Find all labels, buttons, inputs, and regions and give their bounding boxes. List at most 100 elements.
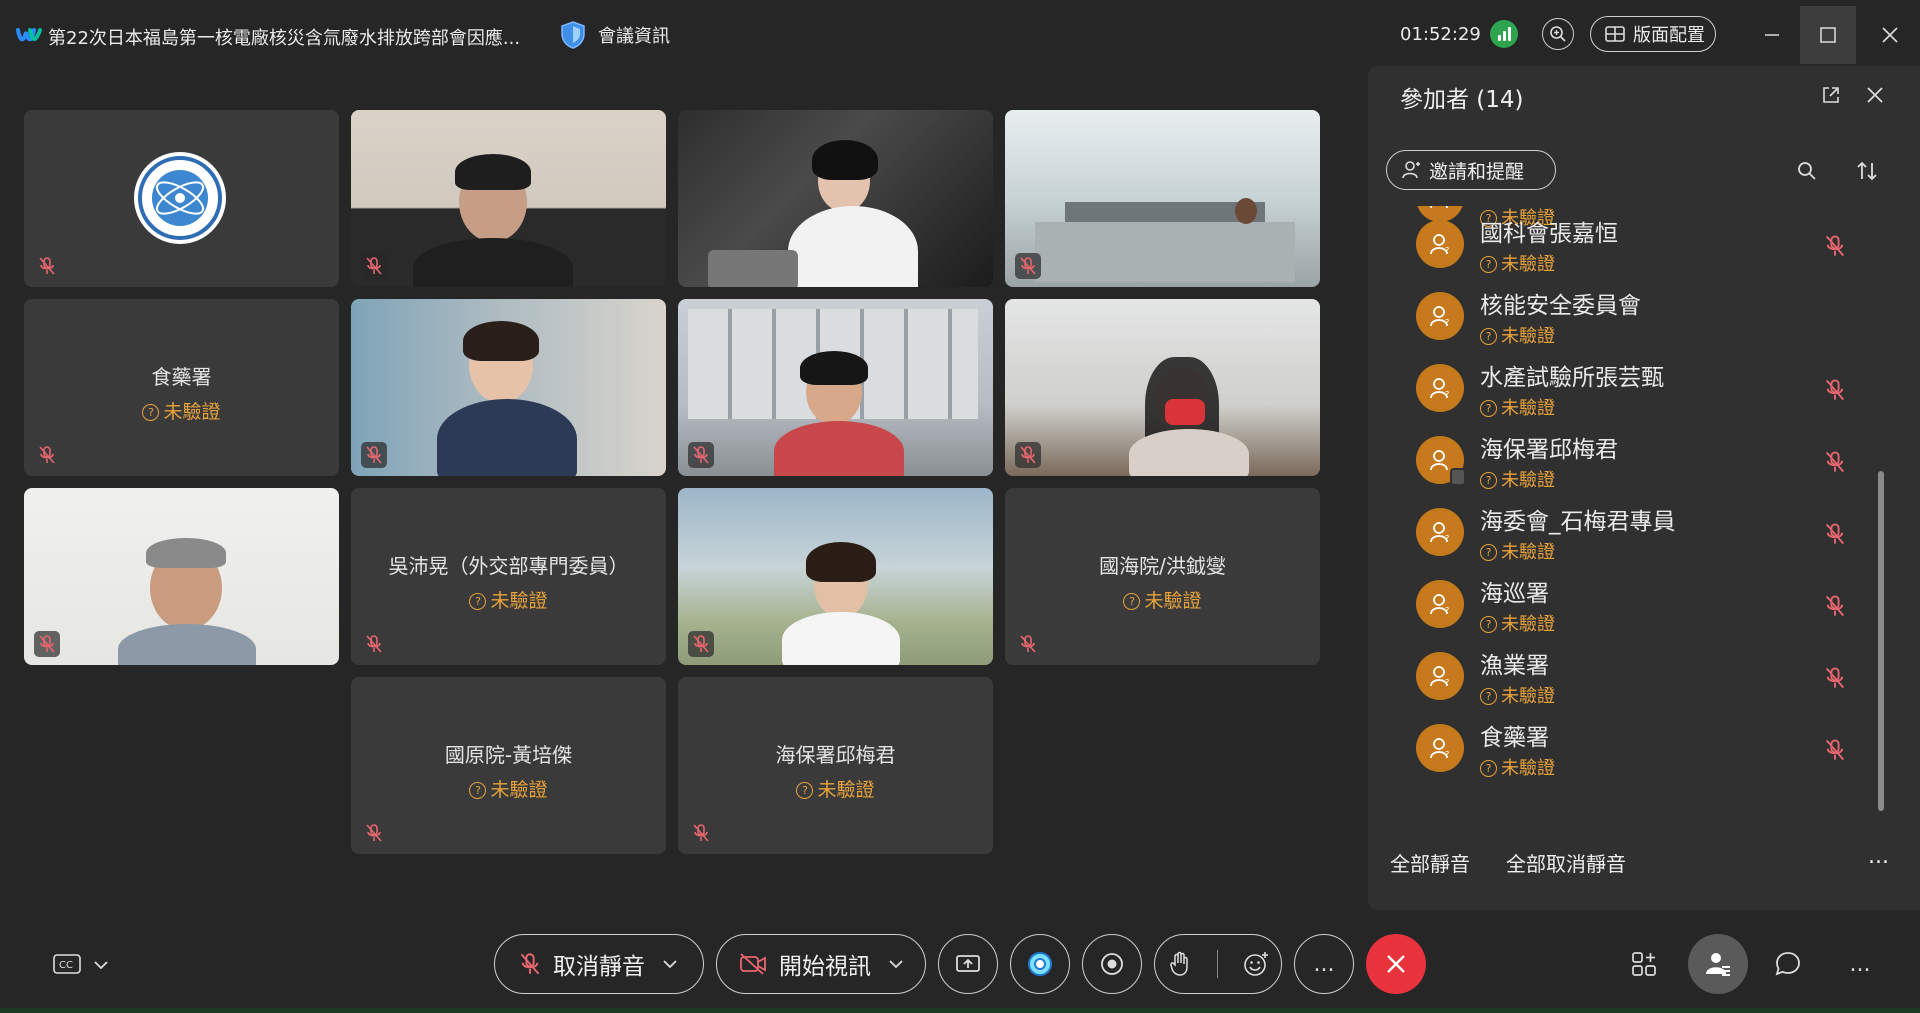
participant-row[interactable]: ? 核能安全委員會 ? 未驗證	[1368, 282, 1898, 354]
video-tile[interactable]	[351, 110, 666, 287]
muted-mic-icon	[520, 953, 540, 975]
chevron-down-icon[interactable]	[889, 959, 903, 969]
raise-hand-icon[interactable]	[1168, 951, 1192, 977]
video-tile[interactable]: 食藥署 ? 未驗證	[24, 299, 339, 476]
participant-row[interactable]: ? 海巡署 ? 未驗證	[1368, 570, 1898, 642]
tile-name: 吳沛晃（外交部專門委員）	[388, 554, 629, 578]
user-unknown-icon: ?	[1430, 234, 1449, 255]
more-label: ...	[1313, 951, 1335, 977]
close-window-button[interactable]	[1862, 6, 1918, 64]
participant-row[interactable]: 海保署邱梅君 ? 未驗證	[1368, 426, 1898, 498]
apps-button[interactable]	[1624, 944, 1664, 984]
video-tile[interactable]	[1005, 110, 1320, 287]
unmute-all-button[interactable]: 全部取消靜音	[1506, 848, 1626, 877]
avatar: ?	[1416, 652, 1464, 700]
participant-row[interactable]: ? 海委會_石梅君專員 ? 未驗證	[1368, 498, 1898, 570]
muted-mic-icon[interactable]	[1823, 378, 1847, 402]
muted-mic-icon[interactable]	[1823, 234, 1847, 258]
muted-mic-icon	[34, 253, 60, 279]
webex-logo-icon	[16, 28, 42, 42]
muted-mic-icon[interactable]	[1823, 738, 1847, 762]
user-unknown-icon: ?	[1430, 378, 1449, 399]
video-tile[interactable]: 國海院/洪鉞燮 ? 未驗證	[1005, 488, 1320, 665]
end-call-button[interactable]	[1366, 934, 1426, 994]
ai-assistant-button[interactable]	[1010, 934, 1070, 994]
video-tile[interactable]: 海保署邱梅君 ? 未驗證	[678, 677, 993, 854]
chat-icon	[1775, 952, 1800, 976]
participants-button[interactable]	[1688, 934, 1748, 994]
tile-status: ? 未驗證	[24, 397, 339, 424]
participant-status: ? 未驗證	[1480, 754, 1555, 780]
meeting-info-button[interactable]: 會議資訊	[560, 20, 670, 50]
muted-mic-icon	[361, 442, 387, 468]
share-screen-icon	[956, 955, 980, 972]
svg-text:CC: CC	[59, 960, 73, 971]
video-tile[interactable]	[678, 299, 993, 476]
panel-scrollbar[interactable]	[1878, 471, 1884, 811]
participant-row[interactable]: ? 食藥署 ? 未驗證	[1368, 714, 1898, 786]
reactions-button[interactable]	[1154, 934, 1282, 994]
share-button[interactable]	[938, 934, 998, 994]
svg-text:?: ?	[1445, 246, 1449, 255]
participant-row[interactable]: ? 水產試驗所張芸甄 ? 未驗證	[1368, 354, 1898, 426]
muted-mic-icon[interactable]	[1823, 522, 1847, 546]
invite-button[interactable]: 邀請和提醒	[1386, 150, 1556, 190]
video-tile[interactable]	[1005, 299, 1320, 476]
sort-button[interactable]	[1852, 156, 1882, 186]
maximize-button[interactable]	[1800, 6, 1856, 64]
svg-text:?: ?	[1445, 534, 1449, 543]
maximize-icon	[1820, 27, 1836, 43]
unmute-button[interactable]: 取消靜音	[494, 934, 704, 994]
video-tile[interactable]: 吳沛晃（外交部專門委員） ? 未驗證	[351, 488, 666, 665]
zoom-button[interactable]	[1542, 18, 1574, 50]
video-off-icon	[740, 953, 766, 975]
minimize-button[interactable]	[1744, 6, 1800, 64]
svg-text:?: ?	[1445, 678, 1449, 687]
close-icon	[1387, 955, 1405, 973]
muted-mic-icon[interactable]	[1823, 594, 1847, 618]
close-icon	[1882, 27, 1898, 43]
muted-mic-icon	[1015, 442, 1041, 468]
participant-status: ? 未驗證	[1480, 466, 1555, 492]
participant-list[interactable]: ? 未驗證 ? 國科會張嘉恒 ? 未驗證 ? 核能安全委員會 ? 未驗證 ? 水產試驗…	[1368, 206, 1898, 854]
start-video-button[interactable]: 開始視訊	[716, 934, 926, 994]
video-tile[interactable]	[351, 299, 666, 476]
captions-button[interactable]: CC	[52, 950, 122, 980]
video-tile[interactable]: 國原院-黃培傑 ? 未驗證	[351, 677, 666, 854]
mute-all-button[interactable]: 全部靜音	[1390, 848, 1470, 877]
add-person-icon	[1402, 161, 1420, 179]
muted-mic-icon[interactable]	[1823, 450, 1847, 474]
avatar: ?	[1416, 220, 1464, 268]
muted-mic-icon[interactable]	[1823, 666, 1847, 690]
muted-mic-icon	[688, 442, 714, 468]
panel-more-button[interactable]: ...	[1868, 844, 1889, 869]
more-menu-button[interactable]: ...	[1840, 944, 1880, 984]
video-tile[interactable]	[678, 488, 993, 665]
search-button[interactable]	[1792, 156, 1822, 186]
record-button[interactable]	[1082, 934, 1142, 994]
layout-label: 版面配置	[1633, 25, 1705, 46]
participant-row[interactable]: ? 國科會張嘉恒 ? 未驗證	[1368, 210, 1898, 282]
user-unknown-icon: ?	[1430, 594, 1449, 615]
mobile-device-icon	[1450, 468, 1466, 486]
more-options-button[interactable]: ...	[1294, 934, 1354, 994]
emoji-reaction-icon[interactable]	[1243, 951, 1269, 977]
svg-text:?: ?	[1445, 318, 1449, 327]
signal-strength-icon[interactable]	[1490, 20, 1518, 48]
record-icon	[1101, 953, 1123, 975]
video-tile[interactable]	[24, 488, 339, 665]
avatar: ?	[1416, 508, 1464, 556]
chat-button[interactable]	[1768, 944, 1808, 984]
popout-button[interactable]	[1818, 82, 1844, 108]
chevron-down-icon[interactable]	[663, 959, 677, 969]
layout-button[interactable]: 版面配置	[1590, 16, 1716, 52]
participant-name: 漁業署	[1480, 653, 1549, 679]
question-icon: ?	[469, 782, 487, 799]
more-menu-label: ...	[1849, 951, 1871, 977]
video-tile[interactable]	[24, 110, 339, 287]
invite-label: 邀請和提醒	[1429, 160, 1525, 183]
video-tile[interactable]	[678, 110, 993, 287]
close-panel-button[interactable]	[1862, 82, 1888, 108]
muted-mic-icon	[34, 442, 60, 468]
participant-row[interactable]: ? 漁業署 ? 未驗證	[1368, 642, 1898, 714]
